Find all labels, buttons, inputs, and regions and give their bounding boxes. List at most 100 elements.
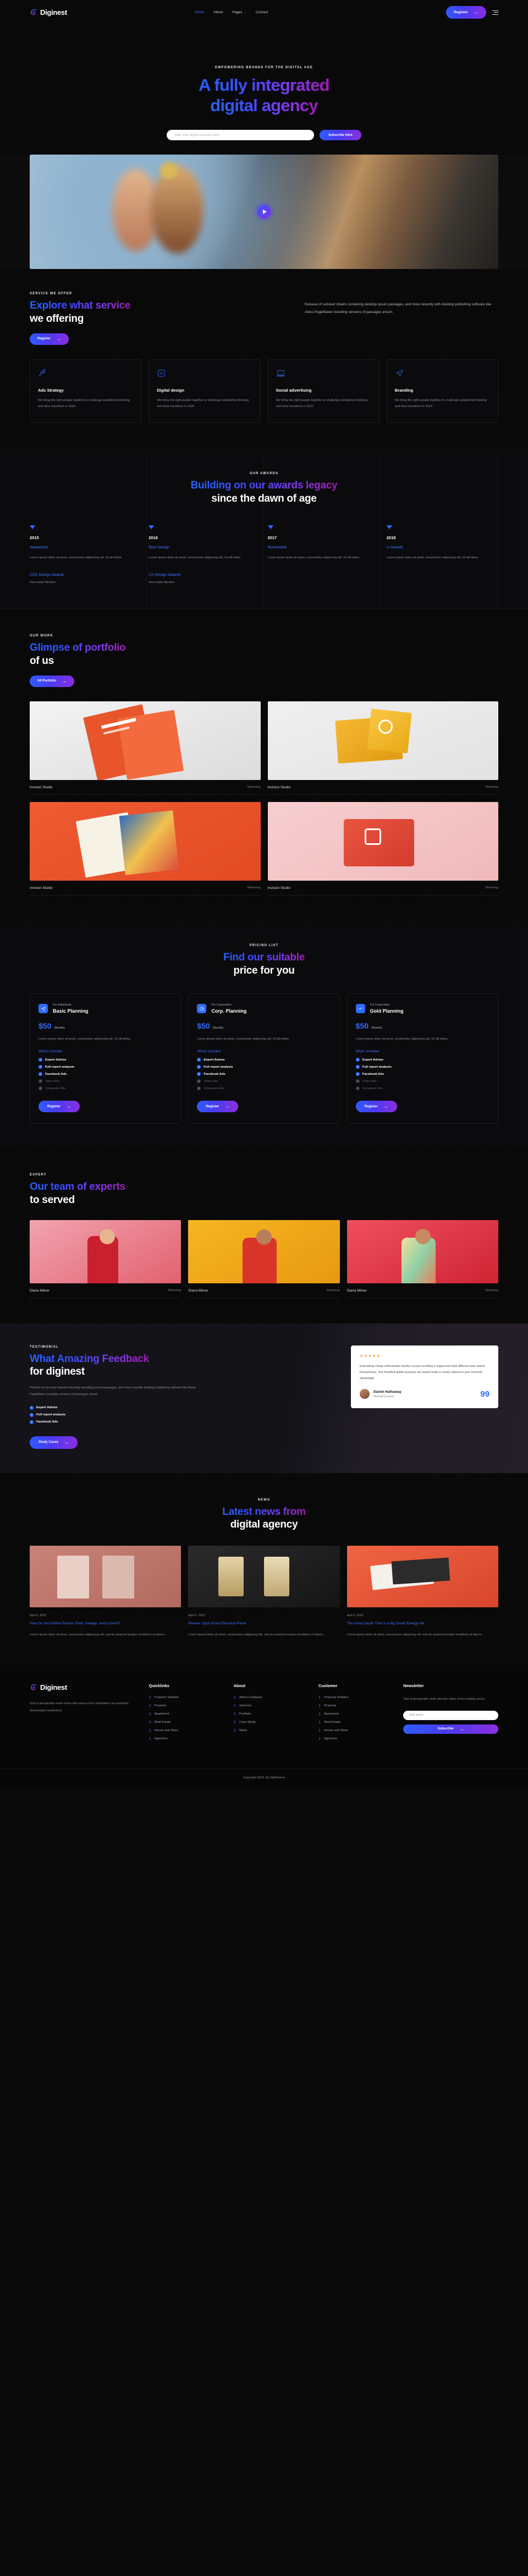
plan-feature: ✓ Instagram Ads: [355, 1086, 490, 1091]
subscribe-here-button[interactable]: Subscribe Here: [319, 130, 362, 141]
award-name[interactable]: U-Awards: [387, 546, 498, 550]
portfolio-item[interactable]: Invision Studio Marketing: [30, 701, 261, 795]
plan-feature-label: Instagram Ads: [204, 1086, 224, 1090]
plan-feature: ✓ Facebook Ads: [38, 1072, 172, 1076]
services-register-button[interactable]: Register →: [30, 333, 69, 345]
check-icon: ✓: [38, 1079, 42, 1084]
portfolio-item[interactable]: Invision Studio Marketing: [30, 801, 261, 896]
footer-link[interactable]: ❯ Property Solution: [148, 1696, 224, 1699]
footer-link[interactable]: ❯ Property: [148, 1704, 224, 1707]
award-name[interactable]: Best Design: [148, 546, 260, 550]
service-card[interactable]: Ads Strategy We bring the right people t…: [30, 359, 142, 424]
news-card[interactable]: April 2, 2022 Review: Spot Smart Electri…: [188, 1546, 340, 1638]
footer-link[interactable]: ❯ Real Estate: [318, 1721, 394, 1724]
portfolio-item-name: Invision Studio: [267, 886, 291, 890]
chevron-right-icon: ❯: [318, 1696, 321, 1700]
footer-column-heading: Quicklinks: [148, 1683, 169, 1689]
team-member[interactable]: Diana Mitner Marketing: [346, 1220, 498, 1298]
play-button-icon[interactable]: [257, 205, 271, 219]
plan-feature-label: Video Ads: [204, 1079, 218, 1083]
portfolio-title-grad: Glimpse of portfolio: [30, 642, 126, 654]
button-label: Subscribe: [437, 1727, 454, 1731]
award-name[interactable]: Nominated: [268, 546, 380, 550]
chevron-down-icon: ⌄: [244, 10, 246, 14]
award-name-secondary[interactable]: UX Design Awards: [148, 573, 260, 577]
plan-register-button[interactable]: Register →: [197, 1101, 239, 1113]
plan-feature: ✓ Full report analysis: [355, 1065, 490, 1069]
email-input[interactable]: [166, 130, 314, 141]
news-image: [30, 1546, 182, 1608]
award-name-secondary[interactable]: CSS Design Awards: [30, 573, 141, 577]
footer-link[interactable]: ❯ Property: [318, 1704, 394, 1707]
hero-title-line2: digital agency: [210, 95, 318, 115]
news-card[interactable]: April 2, 2022 The Great Depth That is a …: [346, 1546, 498, 1638]
news-headline[interactable]: The Great Depth That is a Big Smart Ener…: [347, 1621, 498, 1627]
testimonial-feature: ✓ Expert Advise: [30, 1405, 211, 1410]
portfolio-item-name: Invision Studio: [267, 785, 291, 789]
plan-included-label: What's Included: [355, 1050, 380, 1054]
plan-feature-label: Facebook Ads: [362, 1072, 384, 1076]
footer-link[interactable]: ❯ Property Solution: [318, 1696, 394, 1699]
footer-link[interactable]: ❯ Services: [234, 1704, 310, 1707]
brand-name: Diginest: [40, 8, 67, 17]
portfolio-title: Glimpse of portfolio of us: [30, 641, 498, 668]
service-card[interactable]: Branding We bring the right people toget…: [386, 359, 498, 424]
footer-about-text: Sed ut perspiciatis unde omnis iste natu…: [30, 1702, 129, 1712]
award-name[interactable]: Awwwards: [30, 546, 141, 550]
quote-mark-icon: 99: [480, 1389, 490, 1399]
plan-feature: ✓ Video Ads: [197, 1079, 331, 1084]
portfolio-eyebrow: OUR WORK: [30, 634, 53, 638]
footer-link[interactable]: ❯ Real Estate: [148, 1721, 224, 1724]
portfolio-item[interactable]: Invision Studio Marketing: [267, 801, 498, 896]
news-headline[interactable]: Review: Spot Smart Electrical Panel: [188, 1621, 339, 1627]
study-cases-button[interactable]: Study Cases →: [30, 1436, 78, 1449]
video-thumbnail[interactable]: [30, 155, 498, 270]
portfolio-item[interactable]: Invision Studio Marketing: [267, 701, 498, 795]
check-icon: ✓: [197, 1065, 201, 1069]
footer-link-label: Agencies: [324, 1737, 337, 1741]
footer-link[interactable]: ❯ Agencies: [148, 1737, 224, 1740]
brand-logo[interactable]: Diginest: [30, 8, 67, 17]
member-photo: [188, 1220, 340, 1283]
nav-item-home[interactable]: Home: [195, 10, 204, 14]
team-member[interactable]: Diana Mitner Marketing: [30, 1220, 182, 1298]
triangle-marker-icon: [386, 525, 392, 529]
team-title-plain: to served: [30, 1194, 75, 1206]
footer-link[interactable]: ❯ News: [234, 1729, 310, 1732]
footer-link[interactable]: ❯ Apartment: [148, 1712, 224, 1716]
news-date: April 2, 2022: [188, 1614, 205, 1618]
footer-link[interactable]: ❯ Agencies: [318, 1737, 394, 1740]
plan-name: Corp. Planning: [211, 1008, 247, 1014]
newsletter-subscribe-button[interactable]: Subscribe →: [403, 1724, 498, 1734]
plan-price: $50: [355, 1021, 369, 1031]
footer-link[interactable]: ❯ Apartment: [318, 1712, 394, 1716]
all-portfolio-button[interactable]: All Portfolio →: [30, 675, 74, 687]
plan-period: /Monthly: [371, 1026, 382, 1030]
chevron-right-icon: ❯: [148, 1696, 151, 1700]
team-member[interactable]: Diana Mitner Marketing: [188, 1220, 340, 1298]
arrow-right-icon: →: [459, 1726, 464, 1732]
service-card[interactable]: Social advertising We bring the right pe…: [267, 359, 380, 424]
news-date: April 2, 2022: [346, 1614, 364, 1618]
footer-link[interactable]: ❯ House and Store: [148, 1729, 224, 1732]
footer-logo[interactable]: Diginest: [30, 1683, 140, 1691]
footer-link[interactable]: ❯ Case Study: [234, 1721, 310, 1724]
nav-item-about[interactable]: About: [213, 10, 223, 14]
pricing-card: For Corporation Gold Planning $50 /Month…: [346, 993, 498, 1124]
footer-link[interactable]: ❯ Portfolio: [234, 1712, 310, 1716]
nav-item-pages[interactable]: Pages ⌄: [232, 10, 246, 14]
plan-feature: ✓ Expert Advise: [355, 1058, 490, 1062]
footer-link[interactable]: ❯ About Company: [234, 1696, 310, 1699]
register-button-header[interactable]: Register →: [446, 6, 486, 19]
nav-item-contact[interactable]: Contact: [256, 10, 268, 14]
hamburger-menu-icon[interactable]: [492, 10, 498, 15]
news-card[interactable]: April 2, 2022 How Do You Define Electric…: [30, 1546, 182, 1638]
news-date: April 2, 2022: [30, 1614, 47, 1618]
plan-register-button[interactable]: Register →: [38, 1101, 80, 1113]
plan-register-button[interactable]: Register →: [355, 1101, 397, 1113]
footer-link[interactable]: ❯ House and Store: [318, 1729, 394, 1732]
news-headline[interactable]: How Do You Define Electric Field, Voltag…: [30, 1621, 181, 1627]
service-card[interactable]: Digital design We bring the right people…: [148, 359, 261, 424]
newsletter-email-input[interactable]: [403, 1710, 498, 1720]
award-desc: Lorem ipsum dolor sit amet, consectetur …: [148, 556, 241, 559]
